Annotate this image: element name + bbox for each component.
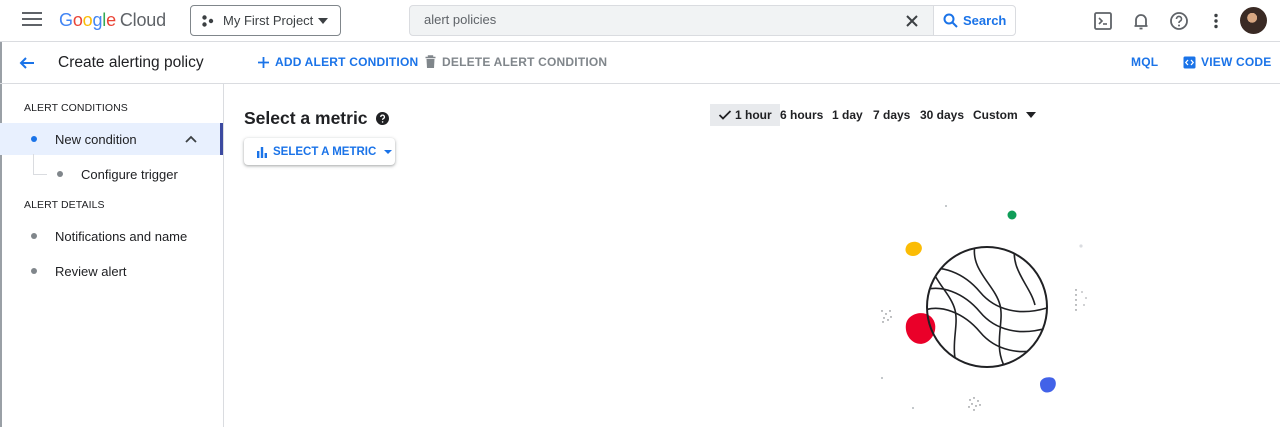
sidebar-item-label: Review alert xyxy=(55,263,127,279)
metric-title-text: Select a metric xyxy=(244,108,368,128)
help-icon[interactable] xyxy=(375,112,389,125)
logo-letter: o xyxy=(82,10,93,30)
mql-button[interactable]: MQL xyxy=(1131,55,1158,69)
caret-down-icon xyxy=(1025,112,1036,118)
check-icon xyxy=(718,110,732,120)
sidebar-item-label: Configure trigger xyxy=(81,166,178,182)
step-dot xyxy=(31,136,37,142)
select-metric-label: SELECT A METRIC xyxy=(273,145,377,158)
logo-letter: G xyxy=(59,10,73,30)
tree-connector xyxy=(33,154,47,175)
chevron-up-icon[interactable] xyxy=(184,132,198,146)
code-icon xyxy=(1183,56,1196,68)
trash-icon xyxy=(425,55,436,68)
time-range-label: 1 hour xyxy=(735,108,772,122)
project-icon xyxy=(202,14,214,27)
project-name: My First Project xyxy=(223,13,314,28)
section-alert-details: ALERT DETAILS xyxy=(24,199,105,211)
search-bar: Search xyxy=(409,5,1016,36)
time-range-label: 6 hours xyxy=(780,108,824,122)
back-arrow-icon[interactable] xyxy=(18,54,36,72)
menu-icon[interactable] xyxy=(22,12,42,28)
section-alert-conditions: ALERT CONDITIONS xyxy=(24,102,128,114)
time-range-label: 30 days xyxy=(920,108,965,122)
sidebar-item-label: New condition xyxy=(55,131,137,147)
close-icon[interactable] xyxy=(903,12,921,30)
sidebar-item-label: Notifications and name xyxy=(55,228,188,244)
logo-product: Cloud xyxy=(119,10,166,30)
search-button-label: Search xyxy=(963,13,1007,28)
search-icon xyxy=(943,13,958,28)
time-range-label: 1 day xyxy=(832,108,863,122)
time-range-1-hour[interactable]: 1 hour xyxy=(710,104,780,126)
sidebar-item-new-condition[interactable]: New condition xyxy=(0,123,223,155)
time-range-label: Custom xyxy=(973,108,1018,122)
view-code-button[interactable]: VIEW CODE xyxy=(1183,55,1271,69)
sidebar-item-notifications[interactable]: Notifications and name xyxy=(0,220,223,252)
caret-down-icon xyxy=(318,18,328,24)
add-alert-condition-button[interactable]: ADD ALERT CONDITION xyxy=(257,55,418,69)
bell-icon[interactable] xyxy=(1130,10,1152,32)
plus-icon xyxy=(258,56,269,68)
top-app-bar: GoogleCloud My First Project Search xyxy=(0,0,1280,42)
time-range-7-days[interactable]: 7 days xyxy=(873,104,910,126)
time-range-6-hours[interactable]: 6 hours xyxy=(780,104,823,126)
view-code-label: VIEW CODE xyxy=(1201,55,1272,69)
more-vert-icon[interactable] xyxy=(1205,10,1227,32)
logo-letter: o xyxy=(72,10,83,30)
bar-chart-icon xyxy=(257,146,267,158)
select-metric-button[interactable]: SELECT A METRIC xyxy=(244,138,395,165)
google-cloud-logo[interactable]: Google Cloud xyxy=(59,10,166,31)
time-range-1-day[interactable]: 1 day xyxy=(832,104,863,126)
caret-down-icon xyxy=(384,149,393,154)
page-title: Create alerting policy xyxy=(58,54,204,71)
delete-alert-condition-button[interactable]: DELETE ALERT CONDITION xyxy=(424,55,607,69)
terminal-icon[interactable] xyxy=(1092,10,1114,32)
time-range-30-days[interactable]: 30 days xyxy=(920,104,964,126)
project-picker[interactable]: My First Project xyxy=(190,5,341,36)
add-alert-condition-label: ADD ALERT CONDITION xyxy=(275,55,419,69)
time-range-custom[interactable]: Custom xyxy=(973,104,1036,126)
step-dot xyxy=(57,171,63,177)
logo-letter: g xyxy=(92,10,103,30)
delete-alert-condition-label: DELETE ALERT CONDITION xyxy=(442,55,608,69)
empty-state-illustration xyxy=(881,205,1087,411)
search-input[interactable] xyxy=(424,12,884,27)
sidebar-item-review-alert[interactable]: Review alert xyxy=(0,255,223,287)
time-range-label: 7 days xyxy=(873,108,911,122)
page-toolbar: Create alerting policy ADD ALERT CONDITI… xyxy=(0,42,1280,84)
step-dot xyxy=(31,268,37,274)
step-dot xyxy=(31,233,37,239)
steps-sidebar: ALERT CONDITIONS New condition Configure… xyxy=(0,84,224,427)
logo-letter: e xyxy=(106,10,116,30)
metric-section-title: Select a metric xyxy=(244,108,389,129)
mql-label: MQL xyxy=(1131,55,1159,69)
help-icon[interactable] xyxy=(1168,10,1190,32)
search-button[interactable]: Search xyxy=(933,5,1016,36)
avatar[interactable] xyxy=(1240,7,1267,34)
